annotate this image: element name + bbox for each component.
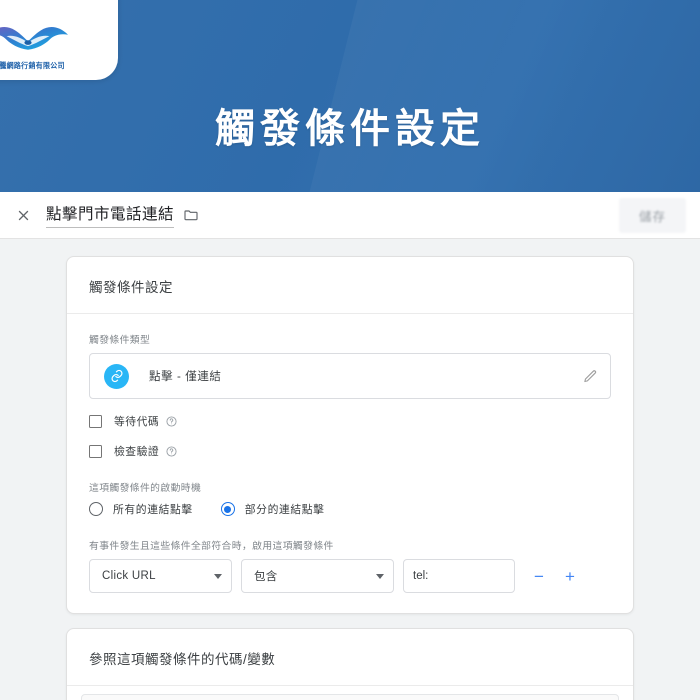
trigger-type-label: 觸發條件類型 [89, 335, 151, 346]
trigger-config-card-title: 觸發條件設定 [67, 257, 633, 314]
radio-some-link-clicks[interactable]: 部分的連結點擊 [220, 501, 325, 517]
help-circle-icon[interactable] [166, 445, 177, 457]
trigger-name-input[interactable]: 點擊門市電話連結 [46, 202, 175, 228]
checkbox-check-validation[interactable] [89, 444, 102, 458]
pencil-icon[interactable] [583, 369, 598, 384]
trigger-name-field[interactable]: 點擊門市電話連結 [46, 202, 199, 228]
conditions-section: 有事件發生且這些條件全部符合時，啟用這項觸發條件 Click URL 包含 te… [89, 538, 611, 593]
gtm-toolbar: 點擊門市電話連結 儲存 [0, 192, 700, 239]
radio-selected-dot [224, 505, 232, 513]
checkbox-wait-for-tags[interactable] [89, 414, 102, 428]
condition-row: Click URL 包含 tel: − + [89, 559, 611, 593]
checkbox-label-wait-for-tags: 等待代碼 [114, 416, 160, 428]
eagle-logo-icon [0, 27, 68, 50]
hero-title: 觸發條件設定 [215, 107, 485, 151]
fire-on-radio-group: 所有的連結點擊 部分的連結點擊 [89, 501, 611, 517]
link-icon [104, 363, 129, 389]
folder-icon[interactable] [183, 207, 199, 223]
remove-condition-button[interactable]: − [528, 561, 550, 591]
fire-on-section: 這項觸發條件的啟動時機 所有的連結點擊 部分的連結點擊 [89, 480, 611, 517]
close-icon[interactable] [10, 202, 36, 228]
conditions-label: 有事件發生且這些條件全部符合時，啟用這項觸發條件 [89, 541, 334, 552]
condition-variable-value: Click URL [102, 570, 156, 582]
trigger-config-card-body: 觸發條件類型 點擊 - 僅連結 等待代碼 檢查驗證 這項觸發條件的啟動時機 所有… [67, 314, 633, 613]
reference-card: 參照這項觸發條件的代碼/變數 [66, 628, 634, 700]
chevron-down-icon [376, 573, 384, 579]
checkbox-row-wait-for-tags[interactable]: 等待代碼 [89, 413, 611, 429]
help-circle-icon[interactable] [166, 415, 177, 427]
checkbox-row-check-validation[interactable]: 檢查驗證 [89, 443, 611, 459]
list-item[interactable] [81, 694, 619, 700]
radio-label-all: 所有的連結點擊 [113, 504, 193, 516]
radio-all-link-clicks[interactable]: 所有的連結點擊 [89, 501, 193, 517]
checkbox-label-check-validation: 檢查驗證 [114, 446, 160, 458]
condition-variable-select[interactable]: Click URL [89, 559, 232, 593]
condition-value-input[interactable]: tel: [403, 559, 515, 593]
trigger-config-card: 觸發條件設定 觸發條件類型 點擊 - 僅連結 等待代碼 檢查驗證 這項觸發條件的… [66, 256, 634, 614]
save-button[interactable]: 儲存 [618, 197, 686, 233]
company-name-text: 允騰網路行銷有限公司 [0, 61, 65, 70]
condition-value-text: tel: [413, 570, 429, 582]
condition-operator-select[interactable]: 包含 [241, 559, 394, 593]
radio-label-some: 部分的連結點擊 [244, 504, 325, 516]
add-condition-button[interactable]: + [559, 561, 581, 591]
trigger-type-selector[interactable]: 點擊 - 僅連結 [89, 353, 611, 399]
reference-card-title: 參照這項觸發條件的代碼/變數 [67, 629, 633, 686]
radio-button-some[interactable] [220, 502, 235, 516]
page-body: 觸發條件設定 觸發條件類型 點擊 - 僅連結 等待代碼 檢查驗證 這項觸發條件的… [0, 239, 700, 700]
radio-button-all[interactable] [89, 502, 103, 516]
company-logo-card: 允騰網路行銷有限公司 [0, 0, 118, 80]
chevron-down-icon [214, 573, 222, 579]
condition-operator-value: 包含 [254, 571, 278, 583]
hero-banner: 允騰網路行銷有限公司 觸發條件設定 [0, 0, 700, 192]
trigger-type-value: 點擊 - 僅連結 [149, 371, 222, 383]
fire-on-label: 這項觸發條件的啟動時機 [89, 483, 202, 494]
